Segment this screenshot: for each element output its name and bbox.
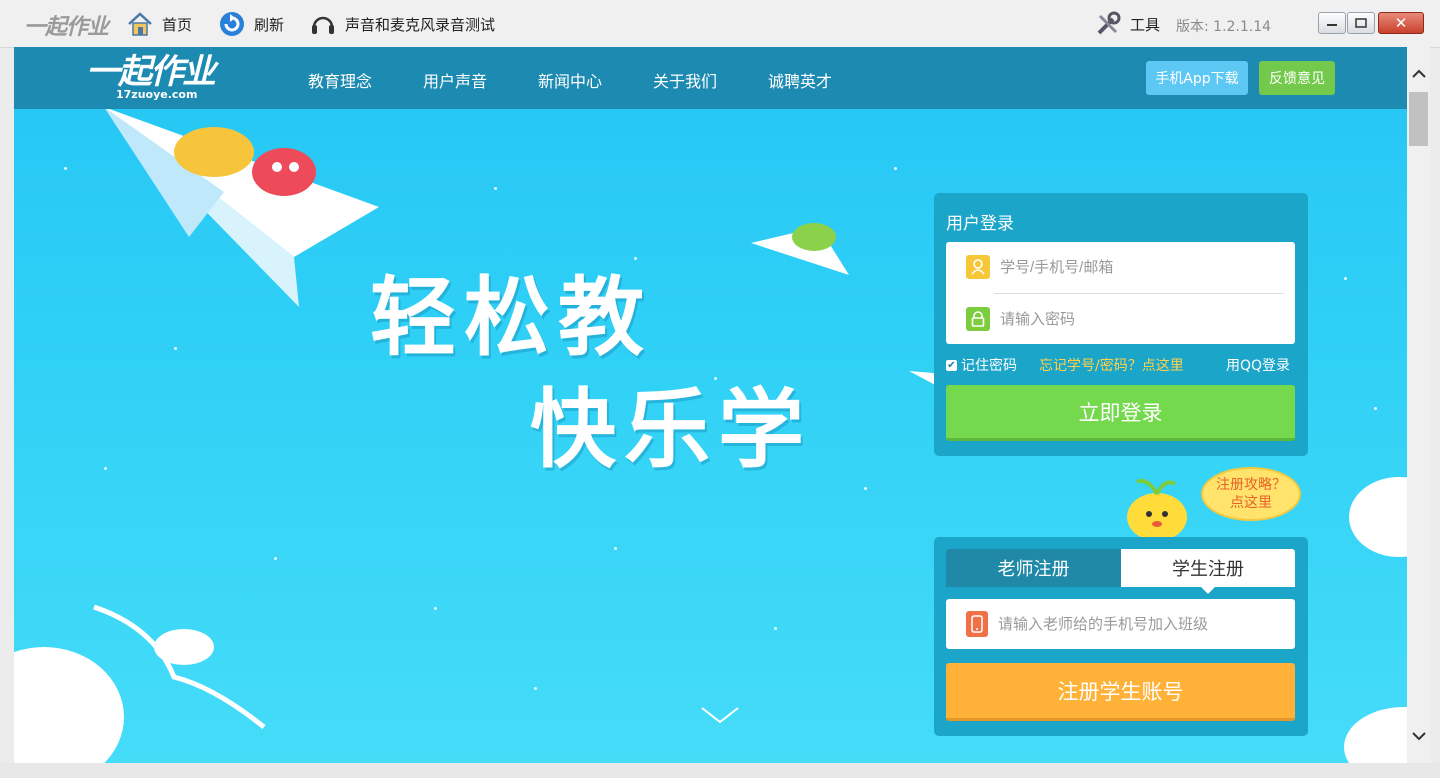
login-options: ✔ 记住密码 忘记学号/密码？点这里 用QQ登录 (946, 355, 1296, 375)
user-icon (966, 255, 990, 279)
minimize-icon (1327, 24, 1337, 26)
login-panel: 用户登录 ✔ 记住密码 忘记学号/密码？点这里 用QQ登录 (934, 193, 1308, 456)
maximize-icon (1355, 18, 1367, 28)
home-button[interactable]: 首页 (126, 10, 192, 38)
version-label: 版本: 1.2.1.14 (1176, 19, 1272, 35)
home-icon (126, 10, 154, 38)
scroll-down-button[interactable] (1407, 723, 1430, 749)
audio-test-label: 声音和麦克风录音测试 (345, 15, 496, 34)
app-logo: 一起作业 (24, 15, 109, 40)
close-button[interactable]: ✕ (1378, 12, 1424, 34)
active-tab-pointer (1201, 587, 1215, 594)
cloud-right (1344, 477, 1407, 763)
vertical-scrollbar[interactable] (1407, 47, 1430, 763)
close-icon: ✕ (1394, 14, 1408, 32)
nav-item-news[interactable]: 新闻中心 (538, 68, 602, 92)
register-panel: 老师注册 学生注册 注册学生账号 (934, 537, 1308, 736)
tools-label: 工具 (1130, 15, 1161, 34)
star-decoration (494, 187, 497, 190)
username-input[interactable] (998, 257, 1282, 277)
web-viewport: 一起作业 17zuoye.com 教育理念 用户声音 新闻中心 关于我们 诚聘英… (14, 47, 1407, 763)
refresh-label: 刷新 (254, 15, 285, 34)
checkbox-checked-icon: ✔ (946, 359, 957, 371)
feedback-button[interactable]: 反馈意见 (1259, 61, 1335, 95)
tools-button[interactable]: 工具 (1094, 10, 1160, 38)
refresh-icon (218, 10, 246, 38)
register-guide-line1: 注册攻略？ (1216, 477, 1286, 493)
tab-teacher-register[interactable]: 老师注册 (946, 549, 1121, 587)
register-phone-row (946, 599, 1295, 649)
login-inputs (946, 242, 1295, 344)
star-decoration (894, 167, 897, 170)
star-decoration (1374, 407, 1377, 410)
audio-test-button[interactable]: 声音和麦克风录音测试 (309, 10, 495, 38)
site-logo-text: 一起作业 (86, 52, 216, 92)
small-paper-plane (751, 223, 849, 275)
register-guide-bubble[interactable]: 注册攻略？ 点这里 (1201, 467, 1301, 521)
site-logo[interactable]: 一起作业 17zuoye.com (86, 52, 216, 101)
star-decoration (64, 167, 67, 170)
register-student-button[interactable]: 注册学生账号 (946, 663, 1295, 721)
forgot-password-link[interactable]: 忘记学号/密码？点这里 (1039, 355, 1184, 375)
nav-item-about[interactable]: 关于我们 (653, 68, 717, 92)
teacher-phone-input[interactable] (996, 614, 1290, 634)
tools-icon (1094, 10, 1122, 38)
star-decoration (104, 467, 107, 470)
tab-student-register[interactable]: 学生注册 (1121, 549, 1295, 587)
star-decoration (434, 607, 437, 610)
remember-password-checkbox[interactable]: ✔ 记住密码 (946, 355, 1017, 375)
register-guide-line2: 点这里 (1230, 495, 1272, 511)
password-row (946, 294, 1295, 344)
hero-slogan-line1: 轻松教 (370, 268, 652, 368)
minimize-button[interactable] (1318, 12, 1346, 34)
site-navbar: 一起作业 17zuoye.com 教育理念 用户声音 新闻中心 关于我们 诚聘英… (14, 47, 1407, 109)
star-decoration (864, 487, 867, 490)
nav-item-user-voice[interactable]: 用户声音 (423, 68, 487, 92)
cloud-left (14, 604, 266, 763)
window-bottom-border (0, 763, 1440, 778)
username-row (946, 242, 1295, 292)
login-title: 用户登录 (946, 214, 1014, 234)
home-label: 首页 (162, 15, 193, 34)
remember-label: 记住密码 (961, 358, 1017, 374)
star-decoration (174, 347, 177, 350)
paper-plane-illustration (104, 107, 379, 307)
phone-icon (966, 611, 988, 637)
qq-login-link[interactable]: 用QQ登录 (1226, 355, 1290, 375)
star-decoration (774, 627, 777, 630)
mascot-illustration (1127, 478, 1187, 541)
app-download-button[interactable]: 手机App下载 (1146, 61, 1248, 95)
password-input[interactable] (998, 309, 1282, 329)
lock-icon (966, 307, 990, 331)
nav-item-philosophy[interactable]: 教育理念 (308, 68, 372, 92)
maximize-button[interactable] (1347, 12, 1375, 34)
scrollbar-thumb[interactable] (1409, 92, 1428, 146)
scroll-up-button[interactable] (1407, 61, 1430, 87)
refresh-button[interactable]: 刷新 (218, 10, 284, 38)
chevron-down-icon (1411, 732, 1426, 741)
title-bar: 一起作业 首页 刷新 声音和麦克风录音测试 工具 版本: 1.2.1.14 ✕ (0, 0, 1440, 48)
hero-slogan-line2: 快乐学 (530, 380, 812, 480)
star-decoration (274, 557, 277, 560)
headset-icon (309, 10, 337, 38)
star-decoration (1344, 277, 1347, 280)
scroll-down-chevron-icon[interactable] (698, 704, 742, 726)
nav-item-careers[interactable]: 诚聘英才 (768, 68, 832, 92)
star-decoration (614, 547, 617, 550)
star-decoration (534, 687, 537, 690)
chevron-up-icon (1411, 69, 1426, 78)
login-button[interactable]: 立即登录 (946, 385, 1295, 441)
